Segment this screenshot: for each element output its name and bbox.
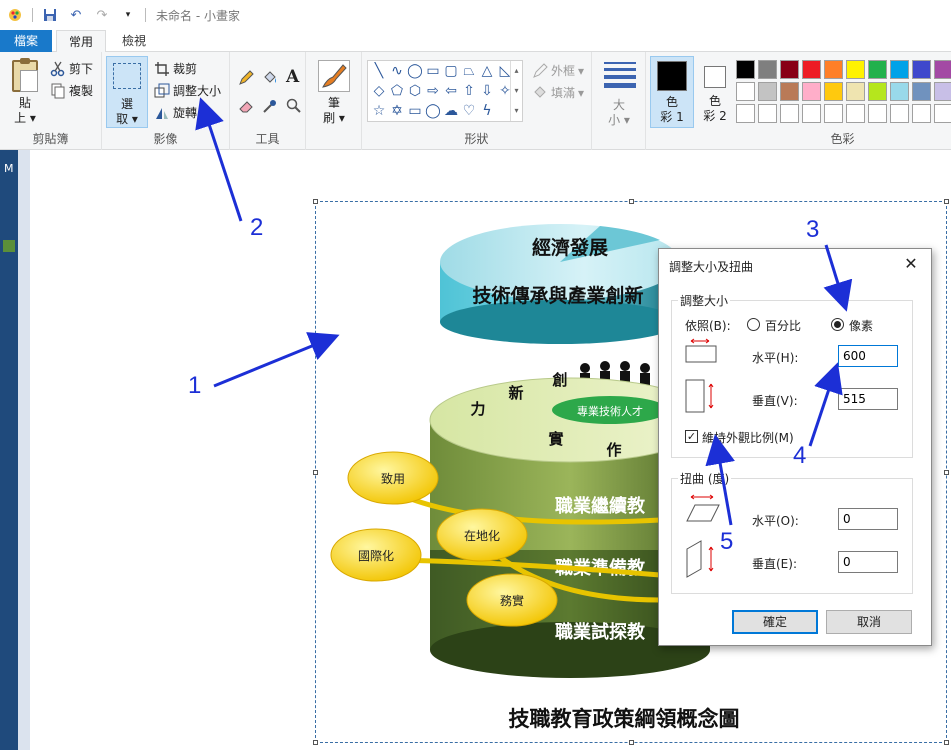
keep-ratio-label[interactable]: 維持外觀比例(M) <box>702 429 794 446</box>
vertical-skew-icon <box>685 539 721 579</box>
resize-handle[interactable] <box>944 470 949 475</box>
resize-handle[interactable] <box>944 199 949 204</box>
resize-legend: 調整大小 <box>678 292 731 309</box>
resize-handle[interactable] <box>313 740 318 745</box>
pixels-label[interactable]: 像素 <box>849 317 873 334</box>
horizontal-resize-icon <box>685 337 717 363</box>
annotation-number-3: 3 <box>806 216 820 243</box>
resize-handle[interactable] <box>313 199 318 204</box>
skew-vertical-label: 垂直(E): <box>752 557 797 571</box>
horizontal-input[interactable] <box>838 345 898 367</box>
by-label: 依照(B): <box>685 319 731 333</box>
skew-legend: 扭曲 (度) <box>678 470 732 487</box>
skew-horizontal-label: 水平(O): <box>752 514 799 528</box>
skew-vertical-input[interactable] <box>838 551 898 573</box>
vertical-label: 垂直(V): <box>752 394 798 408</box>
close-icon[interactable]: ✕ <box>901 254 921 273</box>
skew-fieldset: 扭曲 (度) 水平(O): 垂直(E): <box>671 470 913 594</box>
vertical-resize-icon <box>685 379 717 413</box>
annotation-number-2: 2 <box>250 214 264 241</box>
horizontal-label: 水平(H): <box>752 351 799 365</box>
resize-handle[interactable] <box>944 740 949 745</box>
ok-button[interactable]: 確定 <box>732 610 818 634</box>
cancel-button[interactable]: 取消 <box>826 610 912 634</box>
resize-handle[interactable] <box>629 199 634 204</box>
resize-fieldset: 調整大小 依照(B): 百分比 像素 水平(H): 垂直(V): ✓ 維持外觀比… <box>671 292 913 458</box>
horizontal-skew-icon <box>685 493 721 523</box>
skew-horizontal-input[interactable] <box>838 508 898 530</box>
keep-ratio-checkbox[interactable]: ✓ <box>685 430 698 443</box>
percent-radio[interactable] <box>747 318 760 331</box>
annotation-number-1: 1 <box>188 372 202 399</box>
resize-handle[interactable] <box>629 740 634 745</box>
pixels-radio[interactable] <box>831 318 844 331</box>
percent-label[interactable]: 百分比 <box>765 317 801 334</box>
resize-handle[interactable] <box>313 470 318 475</box>
annotation-number-5: 5 <box>720 528 734 555</box>
annotation-number-4: 4 <box>793 442 807 469</box>
vertical-input[interactable] <box>838 388 898 410</box>
dialog-title: 調整大小及扭曲 <box>669 260 754 274</box>
